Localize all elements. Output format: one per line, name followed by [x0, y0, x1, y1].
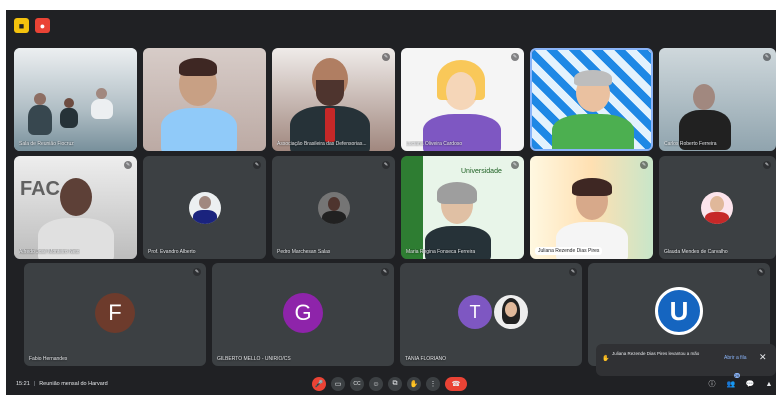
participant-name: Fabio Hernandes — [29, 356, 68, 362]
present-icon[interactable]: ⧉ — [388, 377, 402, 391]
participant-tile-speaking[interactable] — [530, 48, 653, 151]
avatar — [189, 192, 221, 224]
notification-text: Juliana Rezende Dias Pires levantou a mã… — [612, 351, 700, 356]
participant-tile[interactable]: F ✎ Fabio Hernandes — [24, 263, 206, 366]
participant-name: Carlos Roberto Ferreira — [664, 141, 717, 147]
participant-tile[interactable]: T ✎ TANIA FLORIANO — [400, 263, 582, 366]
activities-icon[interactable]: ▲ — [763, 378, 775, 390]
participant-name: Juliana Rezende Dias Pires — [535, 247, 603, 255]
open-queue-link[interactable]: Abrir a fila — [724, 355, 747, 361]
meeting-info: 15:21 | Reunião mensal do Harvard — [16, 381, 108, 387]
camera-icon[interactable]: ▭ — [331, 377, 345, 391]
avatar — [318, 192, 350, 224]
record-icon[interactable]: ● — [35, 18, 50, 33]
mic-off-icon: ✎ — [763, 161, 771, 169]
participant-tile[interactable]: Universidade ✎ Maria Regina Fonseca Ferr… — [401, 156, 524, 259]
participant-tile[interactable]: ✎ Carlos Roberto Ferreira — [659, 48, 776, 151]
emoji-icon[interactable]: ☺ — [369, 377, 383, 391]
avatar: T — [458, 295, 492, 329]
avatar: U — [655, 287, 703, 335]
people-icon[interactable]: 👥 29 — [725, 373, 740, 390]
participant-tile[interactable]: ✎ Prof. Evandro Alberto — [143, 156, 266, 259]
participant-tile[interactable]: G ✎ GILBERTO MELLO - UNIRIO/CS — [212, 263, 394, 366]
mic-off-icon: ✎ — [511, 161, 519, 169]
participant-tile[interactable]: ✎ Luciana Oliveira Cardoso — [401, 48, 524, 151]
participant-name: Glauda Mendes de Carvalho — [664, 249, 728, 255]
avatar — [701, 192, 733, 224]
top-icons: ■ ● — [14, 18, 50, 33]
participant-tile[interactable]: ✎ Glauda Mendes de Carvalho — [659, 156, 776, 259]
side-controls: ⓘ 👥 29 💬 ▲ — [706, 373, 775, 390]
participant-tile[interactable] — [143, 48, 266, 151]
raise-hand-icon: ✋ — [602, 356, 610, 362]
participant-name: Sala de Reunião Fiocruz — [19, 141, 74, 147]
participant-tile[interactable]: FAC ✎ Alfredo José Monteiro Neto — [14, 156, 137, 259]
mic-off-icon: ✎ — [382, 53, 390, 61]
mic-off-icon: ✎ — [569, 268, 577, 276]
meeting-controls: 🎤 ▭ CC ☺ ⧉ ✋ ⋮ ☎ — [312, 377, 467, 391]
chat-icon[interactable]: 💬 — [744, 378, 756, 390]
meet-logo-icon[interactable]: ■ — [14, 18, 29, 33]
mic-off-icon: ✎ — [381, 268, 389, 276]
mic-off-icon: ✎ — [253, 161, 261, 169]
mic-off-icon: ✎ — [382, 161, 390, 169]
participant-name: Alfredo José Monteiro Neto — [19, 249, 80, 255]
meet-window: ■ ● Sala de Reunião Fiocruz ✎ Associação… — [6, 10, 776, 395]
mic-off-icon: ✎ — [757, 268, 765, 276]
participant-tile[interactable]: ✎ Juliana Rezende Dias Pires — [530, 156, 653, 259]
meeting-time: 15:21 — [16, 381, 30, 387]
participant-tile[interactable]: ✎ Pedro Marchesan Salas — [272, 156, 395, 259]
participant-name: Maria Regina Fonseca Ferreira — [406, 249, 476, 255]
participant-tile[interactable]: Sala de Reunião Fiocruz — [14, 48, 137, 151]
avatar: F — [95, 293, 135, 333]
mic-off-icon: ✎ — [193, 268, 201, 276]
mic-off-icon: ✎ — [640, 161, 648, 169]
raise-hand-notification: ✋ Juliana Rezende Dias Pires levantou a … — [596, 344, 776, 376]
captions-icon[interactable]: CC — [350, 377, 364, 391]
participant-name: Associação Brasileira das Defensorias... — [277, 141, 367, 147]
participant-tile[interactable]: ✎ Associação Brasileira das Defensorias.… — [272, 48, 395, 151]
meeting-title: Reunião mensal do Harvard — [39, 381, 108, 387]
participant-name: Pedro Marchesan Salas — [277, 249, 331, 255]
avatar — [494, 295, 528, 329]
mic-off-icon: ✎ — [511, 53, 519, 61]
participant-name: TANIA FLORIANO — [405, 356, 447, 362]
participant-name: GILBERTO MELLO - UNIRIO/CS — [217, 356, 291, 362]
raise-hand-icon[interactable]: ✋ — [407, 377, 421, 391]
mic-off-icon: ✎ — [763, 53, 771, 61]
info-icon[interactable]: ⓘ — [706, 378, 718, 390]
mic-off-icon: ✎ — [124, 161, 132, 169]
mic-off-icon[interactable]: 🎤 — [312, 377, 326, 391]
more-options-icon[interactable]: ⋮ — [426, 377, 440, 391]
close-icon[interactable]: ✕ — [759, 352, 767, 363]
participant-name: Prof. Evandro Alberto — [148, 249, 196, 255]
participant-name: Luciana Oliveira Cardoso — [406, 141, 463, 147]
avatar: G — [283, 293, 323, 333]
participant-count-badge: 29 — [733, 373, 740, 378]
bottom-bar: 15:21 | Reunião mensal do Harvard 🎤 ▭ CC ☺… — [6, 373, 776, 395]
hang-up-icon[interactable]: ☎ — [445, 377, 467, 391]
